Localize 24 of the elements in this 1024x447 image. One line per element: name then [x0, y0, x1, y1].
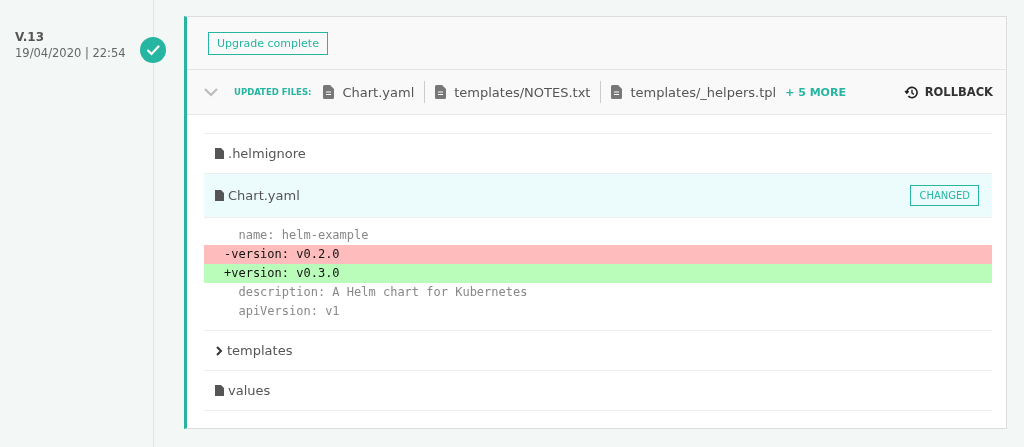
file-row[interactable]: values	[204, 371, 992, 411]
diff-line: name: helm-example	[237, 227, 370, 244]
updated-files-label: UPDATED FILES:	[234, 87, 312, 97]
file-icon	[611, 85, 623, 99]
diff-line: apiVersion: v1	[237, 303, 341, 320]
status-badge: Upgrade complete	[208, 31, 328, 55]
diff-line: description: A Helm chart for Kubernetes	[237, 284, 529, 301]
file-row[interactable]: Chart.yaml CHANGED	[204, 174, 992, 218]
file-icon	[215, 148, 224, 159]
file-icon	[215, 385, 224, 396]
history-icon	[903, 84, 919, 100]
changed-badge: CHANGED	[910, 185, 979, 206]
file-link[interactable]: templates/NOTES.txt	[454, 84, 591, 100]
chevron-icon[interactable]	[204, 87, 218, 97]
rollback-button[interactable]: ROLLBACK	[903, 84, 993, 100]
version-label: V.13	[15, 30, 45, 44]
file-icon	[323, 85, 335, 99]
release-date: 19/04/2020 | 22:54	[15, 46, 127, 60]
chevron-icon	[215, 345, 223, 356]
file-icon	[435, 85, 447, 99]
folder-row[interactable]: templates	[204, 331, 992, 371]
file-link[interactable]: templates/_helpers.tpl	[630, 84, 777, 100]
file-link[interactable]: Chart.yaml	[342, 84, 415, 100]
file-icon	[215, 190, 224, 201]
